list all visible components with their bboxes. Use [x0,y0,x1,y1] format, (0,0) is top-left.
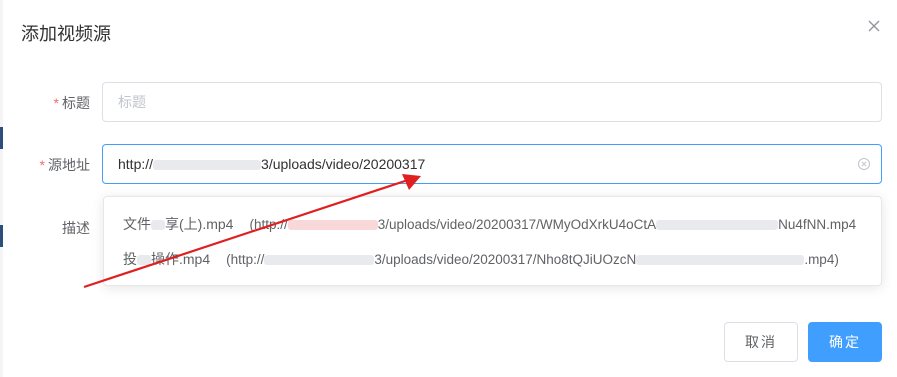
redacted-text [137,255,151,266]
title-input[interactable]: 标题 [102,82,882,122]
background-sidebar-mark [0,127,3,149]
redacted-text [636,254,805,265]
redacted-host [287,219,378,230]
source-label: * 源地址 [39,157,90,173]
background-page-edge [0,0,3,377]
redacted-text [151,220,165,231]
suggestion-item[interactable]: 投操作.mp4 (http://3/uploads/video/20200317… [104,241,881,277]
redacted-host [264,254,375,265]
required-mark: * [39,157,45,173]
source-url-input[interactable]: http://3/uploads/video/20200317 [102,144,882,184]
source-url-value: http://3/uploads/video/20200317 [118,156,426,172]
redacted-host [153,160,262,171]
title-label: * 标题 [53,95,90,111]
title-placeholder: 标题 [118,94,146,110]
annotation-arrow [83,174,421,289]
dialog-title: 添加视频源 [21,24,111,44]
description-label: 描述 [62,220,90,236]
autocomplete-dropdown: 文件 享(上).mp4 (http://3/uploads/video/20200… [103,196,882,286]
redacted-text [656,219,779,230]
cancel-button[interactable]: 取消 [724,322,798,362]
required-mark: * [53,95,59,111]
confirm-button[interactable]: 确定 [808,322,882,362]
suggestion-item[interactable]: 文件 享(上).mp4 (http://3/uploads/video/20200… [104,206,881,242]
circle-close-icon[interactable] [857,157,871,171]
close-icon[interactable] [864,16,884,36]
